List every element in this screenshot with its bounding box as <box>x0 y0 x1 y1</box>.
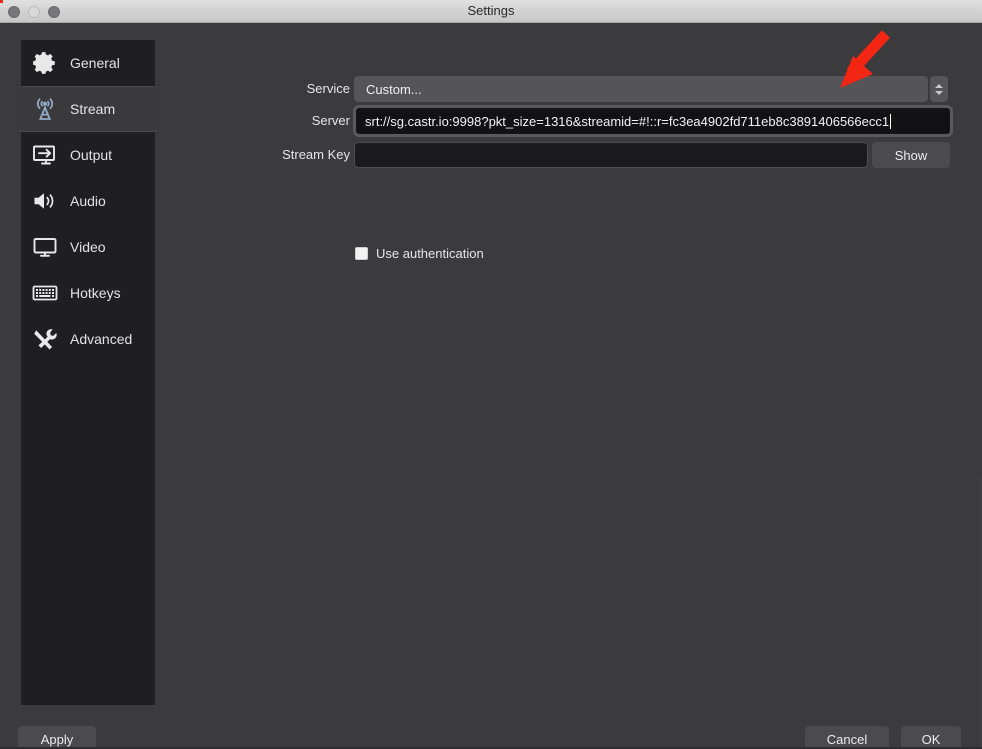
use-authentication-checkbox-row[interactable]: Use authentication <box>355 246 484 261</box>
ok-button-label: OK <box>921 731 941 747</box>
speaker-icon <box>29 186 61 216</box>
settings-content: General Stream Output Audio Video Hotkey… <box>0 23 982 749</box>
service-combobox[interactable]: Custom... <box>354 76 928 102</box>
stream-key-label: Stream Key <box>282 147 350 162</box>
sidebar-item-label: Audio <box>70 193 106 209</box>
sidebar-item-label: Hotkeys <box>70 285 121 301</box>
apply-button[interactable]: Apply <box>18 726 96 749</box>
monitor-icon <box>29 232 61 262</box>
stream-key-input[interactable] <box>354 142 868 168</box>
sidebar-item-audio[interactable]: Audio <box>21 178 155 224</box>
keyboard-icon <box>29 278 61 308</box>
sidebar-item-stream[interactable]: Stream <box>21 86 155 132</box>
broadcast-icon <box>29 94 61 124</box>
window-title: Settings <box>467 3 515 18</box>
sidebar-item-label: Advanced <box>70 331 133 347</box>
show-button-label: Show <box>894 147 928 163</box>
cancel-button-label: Cancel <box>826 731 868 747</box>
gear-icon <box>29 48 61 78</box>
chevron-down-icon[interactable] <box>935 90 943 95</box>
ok-button[interactable]: OK <box>901 726 961 749</box>
sidebar-item-output[interactable]: Output <box>21 132 155 178</box>
apply-button-label: Apply <box>40 731 74 747</box>
settings-window: Settings General Stream Output Audio Vid… <box>0 0 982 749</box>
show-stream-key-button[interactable]: Show <box>872 142 950 168</box>
server-value: srt://sg.castr.io:9998?pkt_size=1316&str… <box>365 113 890 129</box>
cancel-button[interactable]: Cancel <box>805 726 889 749</box>
server-label: Server <box>311 113 350 128</box>
output-icon <box>29 140 61 170</box>
server-row: Server <box>170 108 350 134</box>
sidebar-item-general[interactable]: General <box>21 40 155 86</box>
service-value: Custom... <box>366 81 422 97</box>
service-label: Service <box>306 81 350 96</box>
stream-key-row: Stream Key <box>170 142 350 168</box>
server-input[interactable]: srt://sg.castr.io:9998?pkt_size=1316&str… <box>353 105 953 137</box>
sidebar-item-label: Stream <box>70 101 116 117</box>
sidebar-item-label: Video <box>70 239 106 255</box>
service-row: Service <box>170 76 350 102</box>
service-spinner[interactable] <box>930 76 948 102</box>
chevron-up-icon[interactable] <box>935 83 943 88</box>
use-authentication-label: Use authentication <box>376 246 484 261</box>
stream-settings-pane: Service Custom... Server srt://sg.castr.… <box>170 40 965 705</box>
settings-sidebar: General Stream Output Audio Video Hotkey… <box>21 40 155 705</box>
sidebar-item-video[interactable]: Video <box>21 224 155 270</box>
sidebar-item-advanced[interactable]: Advanced <box>21 316 155 362</box>
tools-icon <box>29 324 61 354</box>
sidebar-item-label: General <box>70 55 120 71</box>
title-bar: Settings <box>0 0 982 23</box>
sidebar-item-label: Output <box>70 147 113 163</box>
sidebar-item-hotkeys[interactable]: Hotkeys <box>21 270 155 316</box>
text-caret <box>890 113 892 129</box>
use-authentication-checkbox[interactable] <box>355 247 368 260</box>
